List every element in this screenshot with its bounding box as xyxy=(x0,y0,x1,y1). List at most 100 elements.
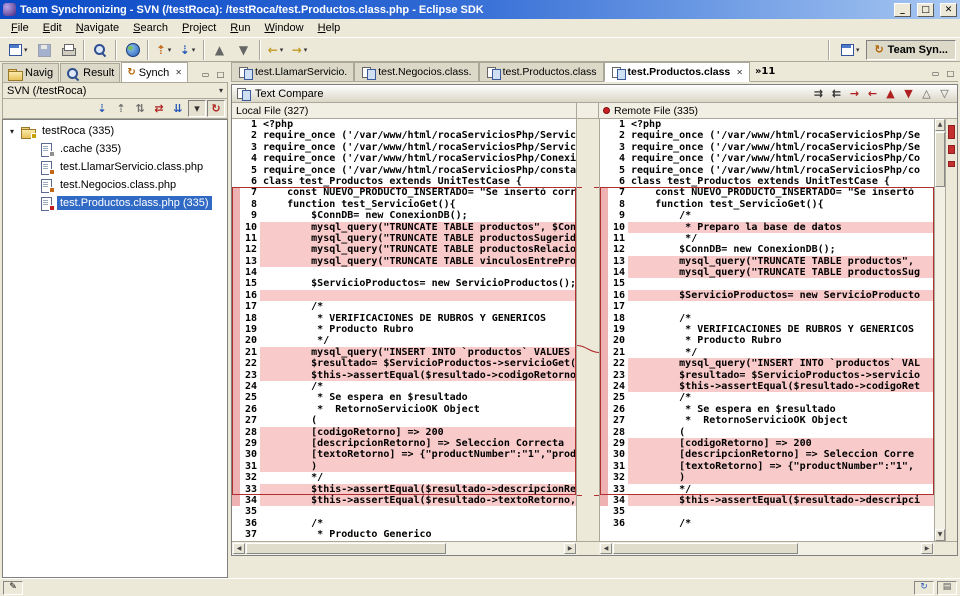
compare-column-headers: Local File (327) Remote File (335) xyxy=(232,103,957,119)
maximize-editor-icon[interactable]: □ xyxy=(943,67,958,81)
menu-item-project[interactable]: Project xyxy=(175,20,223,36)
menu-item-file[interactable]: File xyxy=(4,20,36,36)
tree-item[interactable]: test.Negocios.class.php xyxy=(3,176,227,194)
view-tab-result[interactable]: Result xyxy=(60,63,120,82)
new-wizard-button[interactable]: ▾ xyxy=(5,39,31,60)
close-view-icon[interactable]: ✕ xyxy=(175,68,182,77)
diff-strip xyxy=(600,256,608,267)
editor-tab-4[interactable]: test.Productos.class✕ xyxy=(604,62,750,82)
save-button[interactable] xyxy=(33,39,55,60)
local-file-pane[interactable]: 1<?php2require_once ('/var/www/html/roca… xyxy=(232,119,577,541)
diff-strip xyxy=(600,301,608,312)
incoming-mode-button[interactable]: ⇣ xyxy=(93,100,111,117)
layout-menu-button[interactable]: ▾ xyxy=(188,100,206,117)
next-difference-button[interactable]: ▼ xyxy=(900,86,917,101)
code-text: /* xyxy=(628,518,934,529)
forward-button[interactable]: →▾ xyxy=(289,39,311,60)
remote-file-pane[interactable]: 1<?php2require_once ('/var/www/html/roca… xyxy=(599,119,934,541)
line-number: 20 xyxy=(608,335,628,346)
code-line: 10 mysql_query("TRUNCATE TABLE productos… xyxy=(232,222,576,233)
scrollbar-corner xyxy=(934,541,957,555)
vertical-scrollbar-thumb[interactable] xyxy=(935,132,945,187)
previous-difference-button[interactable]: ▲ xyxy=(882,86,899,101)
view-tab-navig[interactable]: Navig xyxy=(2,63,59,82)
commit-button[interactable]: ⇡▾ xyxy=(153,39,175,60)
vertical-scrollbar[interactable]: ▲ ▼ xyxy=(934,119,945,541)
editor-tab-overflow-button[interactable]: »11 xyxy=(755,66,775,77)
minimize-view-icon[interactable]: ▭ xyxy=(198,68,213,82)
diff-strip xyxy=(600,461,608,472)
previous-change-button[interactable]: △ xyxy=(918,86,935,101)
menu-item-edit[interactable]: Edit xyxy=(36,20,69,36)
synchronize-button[interactable]: ↻ xyxy=(207,100,225,117)
copy-left-to-right-button[interactable]: → xyxy=(846,86,863,101)
close-editor-icon[interactable]: ✕ xyxy=(736,68,743,77)
tree-item[interactable]: .cache (335) xyxy=(3,140,227,158)
tree-item[interactable]: test.LlamarServicio.class.php xyxy=(3,158,227,176)
search-button[interactable] xyxy=(89,39,111,60)
remote-horizontal-scrollbar[interactable]: ◀ ▶ xyxy=(599,541,934,555)
compare-editor-icon xyxy=(238,66,252,79)
conflicts-mode-button[interactable]: ⇄ xyxy=(150,100,168,117)
editor-tab-2[interactable]: test.Negocios.class. xyxy=(354,62,478,81)
menu-item-search[interactable]: Search xyxy=(126,20,175,36)
editor-tab-1[interactable]: test.LlamarServicio. xyxy=(231,62,354,81)
line-number: 13 xyxy=(240,256,260,267)
previous-change-button[interactable]: ▲ xyxy=(209,39,231,60)
tree-item[interactable]: test.Productos.class.php (335) xyxy=(3,194,227,212)
maximize-button[interactable]: □ xyxy=(917,3,934,17)
incoming-outgoing-mode-button[interactable]: ⇅ xyxy=(131,100,149,117)
tree-expander-icon[interactable]: ▾ xyxy=(7,127,17,136)
team-synchronizing-perspective-button[interactable]: ↻ Team Syn... xyxy=(866,40,956,60)
scroll-right-icon[interactable]: ▶ xyxy=(921,543,933,554)
back-button[interactable]: ←▾ xyxy=(265,39,287,60)
open-web-browser-button[interactable] xyxy=(121,39,143,60)
overview-ruler[interactable] xyxy=(945,119,957,541)
local-horizontal-scrollbar[interactable]: ◀ ▶ xyxy=(232,541,577,555)
scroll-down-icon[interactable]: ▼ xyxy=(935,529,945,541)
open-perspective-button[interactable]: ▾ xyxy=(837,39,863,60)
view-tab-synch[interactable]: ↻Synch✕ xyxy=(121,62,188,82)
diff-marker[interactable] xyxy=(948,161,955,167)
local-hscrollbar-thumb[interactable] xyxy=(246,543,446,554)
update-all-button[interactable]: ⇊ xyxy=(169,100,187,117)
update-button[interactable]: ⇣▾ xyxy=(177,39,199,60)
outgoing-mode-button[interactable]: ⇡ xyxy=(112,100,130,117)
synch-view-icon: ↻ xyxy=(127,68,135,78)
line-number: 18 xyxy=(608,313,628,324)
code-line: 2require_once ('/var/www/html/rocaServic… xyxy=(232,130,576,141)
code-line: 8 function test_ServicioGet(){ xyxy=(232,199,576,210)
menu-item-window[interactable]: Window xyxy=(257,20,310,36)
view-tab-label: Result xyxy=(83,67,114,79)
diff-marker[interactable] xyxy=(948,125,955,139)
editor-tab-3[interactable]: test.Productos.class xyxy=(479,62,604,81)
next-change-button[interactable]: ▼ xyxy=(233,39,255,60)
line-number: 19 xyxy=(608,324,628,335)
scroll-left-icon[interactable]: ◀ xyxy=(600,543,612,554)
view-menu-icon[interactable]: ▾ xyxy=(219,86,223,95)
print-button[interactable] xyxy=(57,39,79,60)
next-change-button[interactable]: ▽ xyxy=(936,86,953,101)
remote-hscrollbar-thumb[interactable] xyxy=(613,543,798,554)
code-text: */ xyxy=(628,347,934,358)
scroll-up-icon[interactable]: ▲ xyxy=(935,119,945,131)
diff-marker[interactable] xyxy=(948,145,955,154)
minimize-button[interactable]: _ xyxy=(894,3,911,17)
tree-item[interactable]: ▾testRoca (335) xyxy=(3,122,227,140)
synchronize-tree[interactable]: ▾testRoca (335).cache (335)test.LlamarSe… xyxy=(2,119,228,578)
code-line: 35 xyxy=(232,506,576,517)
copy-right-to-left-button[interactable]: ← xyxy=(864,86,881,101)
menu-item-run[interactable]: Run xyxy=(223,20,257,36)
copy-all-left-to-right-button[interactable]: ⇉ xyxy=(810,86,827,101)
scroll-right-icon[interactable]: ▶ xyxy=(564,543,576,554)
maximize-view-icon[interactable]: □ xyxy=(213,68,228,82)
menu-item-navigate[interactable]: Navigate xyxy=(69,20,126,36)
close-button[interactable]: ✕ xyxy=(940,3,957,17)
code-line: 21 */ xyxy=(600,347,934,358)
copy-all-right-to-left-button[interactable]: ⇇ xyxy=(828,86,845,101)
menu-item-help[interactable]: Help xyxy=(311,20,348,36)
minimize-editor-icon[interactable]: ▭ xyxy=(928,67,943,81)
diff-strip xyxy=(600,199,608,210)
change-badge-icon xyxy=(49,205,55,211)
scroll-left-icon[interactable]: ◀ xyxy=(233,543,245,554)
